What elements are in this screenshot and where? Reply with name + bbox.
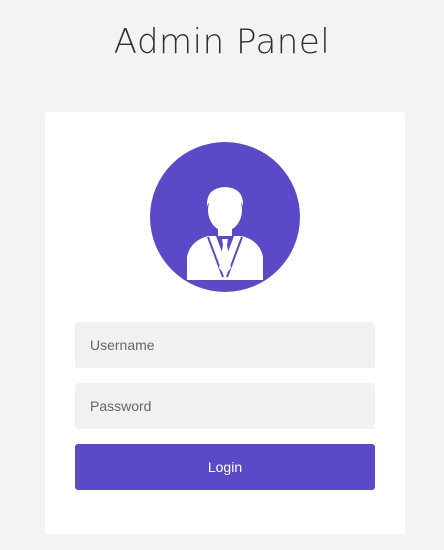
- login-card: Login: [45, 112, 405, 534]
- login-button[interactable]: Login: [75, 444, 375, 490]
- password-input[interactable]: [75, 383, 375, 429]
- avatar: [150, 142, 300, 292]
- user-tie-icon: [187, 187, 263, 280]
- username-input[interactable]: [75, 322, 375, 368]
- page-title: Admin Panel: [113, 22, 331, 62]
